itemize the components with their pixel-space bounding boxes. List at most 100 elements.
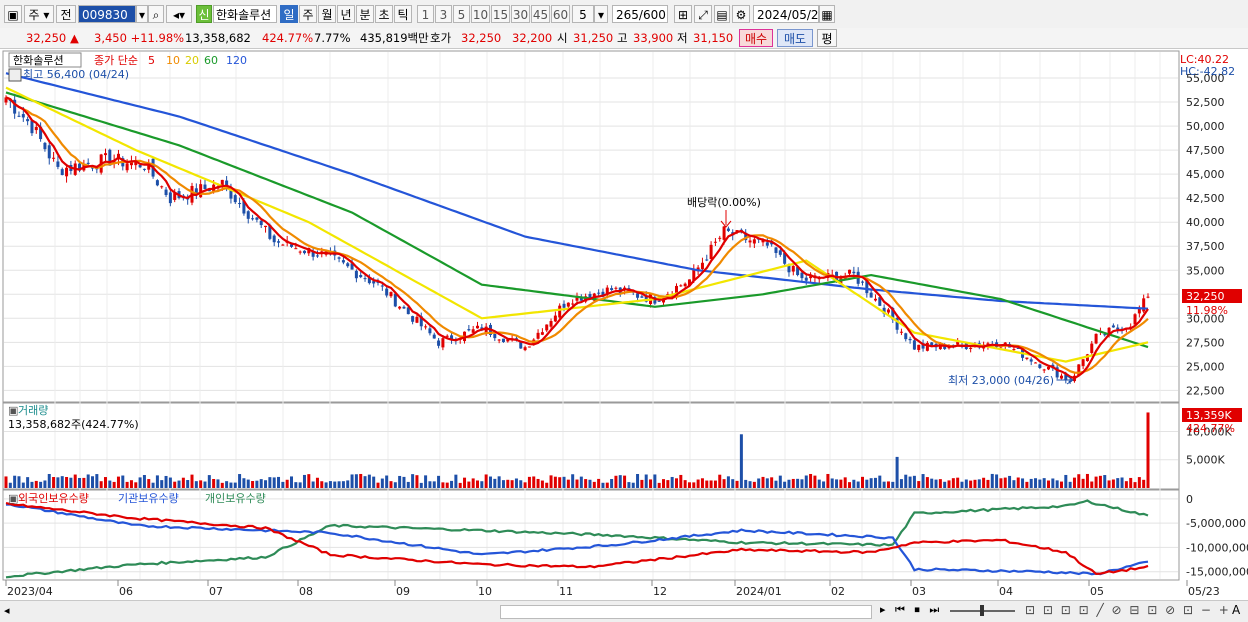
- volume-bar-215: [934, 479, 938, 488]
- new-button[interactable]: 신: [196, 5, 212, 23]
- volume-bar-259: [1124, 481, 1128, 488]
- interval-dropdown-icon[interactable]: ▾: [594, 5, 608, 23]
- volume-bar-111: [484, 474, 488, 488]
- interval-button-60[interactable]: 60: [551, 5, 570, 23]
- volume-bar-85: [372, 476, 376, 488]
- volume-bar-226: [982, 477, 986, 488]
- volume-bar-78: [341, 481, 345, 488]
- interval-button-1[interactable]: 1: [417, 5, 434, 23]
- zoom-slider-handle[interactable]: [980, 605, 984, 616]
- volume-bar-77: [337, 481, 341, 488]
- candle-body-94: [411, 316, 415, 322]
- interval-button-5[interactable]: 5: [453, 5, 470, 23]
- volume-bar-140: [610, 479, 614, 488]
- interval-button-45[interactable]: 45: [531, 5, 550, 23]
- scroll-track[interactable]: [500, 605, 872, 619]
- volume-bar-256: [1111, 479, 1115, 488]
- speaker-icon[interactable]: ◂▾: [166, 5, 192, 23]
- volume-bar-205: [891, 481, 895, 488]
- volume-bar-65: [285, 479, 289, 488]
- interval-button-10[interactable]: 10: [471, 5, 490, 23]
- calendar-icon[interactable]: ▦: [819, 5, 835, 23]
- volume-tick-0: 5,000K: [1186, 454, 1225, 467]
- interval-button-15[interactable]: 15: [491, 5, 510, 23]
- interval-button-30[interactable]: 30: [511, 5, 530, 23]
- period-tab-4[interactable]: 분: [356, 5, 374, 23]
- volume-bar-162: [705, 480, 709, 488]
- volume-bar-31: [138, 477, 142, 488]
- playback-controls[interactable]: ▸ ⏮ ⏹ ⏭: [880, 603, 942, 617]
- volume-bar-164: [713, 480, 717, 488]
- price-tick-2: 50,000: [1186, 120, 1225, 133]
- volume-bar-104: [454, 474, 458, 488]
- volume-collapse-icon[interactable]: ▣: [8, 404, 18, 417]
- candle-body-35: [155, 180, 159, 186]
- volume-bar-53: [233, 482, 237, 488]
- dividend-note: 배당락(0.00%): [687, 196, 761, 209]
- period-tab-6[interactable]: 틱: [394, 5, 412, 23]
- search-icon[interactable]: ⌕: [148, 5, 164, 23]
- volume-bar-42: [186, 480, 190, 488]
- expand-icon[interactable]: [8, 68, 22, 82]
- volume-bar-99: [432, 481, 436, 488]
- volume-bar-41: [181, 477, 185, 488]
- volume-bar-243: [1055, 480, 1059, 488]
- price-change: 3,450 +11.98%: [94, 31, 185, 45]
- toolbar: ▣ 주 ▾ 전 009830 ▾ ⌕ ◂▾ 신 한화솔루션 일주월년분초틱 13…: [0, 0, 1248, 29]
- candle-body-123: [536, 332, 540, 339]
- period-tab-2[interactable]: 월: [318, 5, 336, 23]
- x-label-10: 03: [912, 585, 926, 598]
- date-field[interactable]: 2024/05/23: [753, 5, 826, 23]
- period-tab-1[interactable]: 주: [299, 5, 317, 23]
- volume-bar-258: [1120, 477, 1124, 488]
- volume-bar-8: [39, 481, 43, 488]
- ask-label: 호가: [430, 31, 452, 45]
- scroll-left-icon[interactable]: ◂: [4, 604, 10, 617]
- candle-body-204: [886, 309, 890, 313]
- volume-bar-62: [272, 477, 276, 488]
- code-dropdown-icon[interactable]: ▾: [136, 5, 148, 23]
- candle-body-128: [558, 305, 562, 318]
- volume-bar-98: [428, 481, 432, 488]
- volume-bar-113: [493, 478, 497, 488]
- period-tab-0[interactable]: 일: [280, 5, 298, 23]
- volume-bar-37: [164, 475, 168, 488]
- period-tab-5[interactable]: 초: [375, 5, 393, 23]
- window-icon[interactable]: ▣: [4, 5, 22, 23]
- volume-bar-20: [91, 476, 95, 488]
- count-field[interactable]: 265/600: [612, 5, 668, 23]
- volume-bar-7: [34, 480, 38, 488]
- prev-button[interactable]: 전: [56, 5, 76, 23]
- interval-button-3[interactable]: 3: [435, 5, 452, 23]
- zoom-icon[interactable]: ⤢: [694, 5, 712, 23]
- volume-bar-249: [1081, 478, 1085, 488]
- volume-bar-23: [103, 477, 107, 488]
- price-tick-1: 52,500: [1186, 96, 1225, 109]
- volume-bar-45: [199, 480, 203, 488]
- grid-icon[interactable]: ⊞: [674, 5, 692, 23]
- stock-code-input[interactable]: 009830: [78, 5, 136, 23]
- drawing-tools[interactable]: ⊡ ⊡ ⊡ ⊡ ╱ ⊘ ⊟ ⊡ ⊘ ⊡ − +: [1025, 603, 1231, 617]
- volume-bar-100: [437, 475, 441, 488]
- holdings-tick-1: -5,000,000: [1186, 517, 1246, 530]
- volume-bar-46: [203, 481, 207, 488]
- holdings-collapse-icon[interactable]: ▣: [8, 492, 18, 505]
- legend-ma60: 60: [204, 54, 218, 67]
- period-tab-3[interactable]: 년: [337, 5, 355, 23]
- sell-button[interactable]: 매도: [777, 29, 813, 47]
- volume-bar-120: [523, 482, 527, 488]
- text-tool-icon[interactable]: A: [1232, 603, 1240, 617]
- x-label-6: 11: [559, 585, 573, 598]
- gear-icon[interactable]: ⚙: [732, 5, 750, 23]
- volume-bar-167: [726, 476, 730, 488]
- volume-bar-2: [13, 475, 17, 488]
- candle-body-178: [774, 247, 778, 253]
- buy-button[interactable]: 매수: [739, 29, 773, 47]
- stock-chart[interactable]: 55,00052,50050,00047,50045,00042,50040,0…: [0, 50, 1248, 600]
- save-icon[interactable]: ▤: [714, 5, 730, 23]
- eval-button[interactable]: 평: [817, 29, 837, 47]
- volume-bar-157: [683, 480, 687, 488]
- period-type-select[interactable]: 주 ▾: [24, 5, 54, 23]
- interval-select[interactable]: 5: [572, 5, 594, 23]
- volume-bar-96: [419, 482, 423, 488]
